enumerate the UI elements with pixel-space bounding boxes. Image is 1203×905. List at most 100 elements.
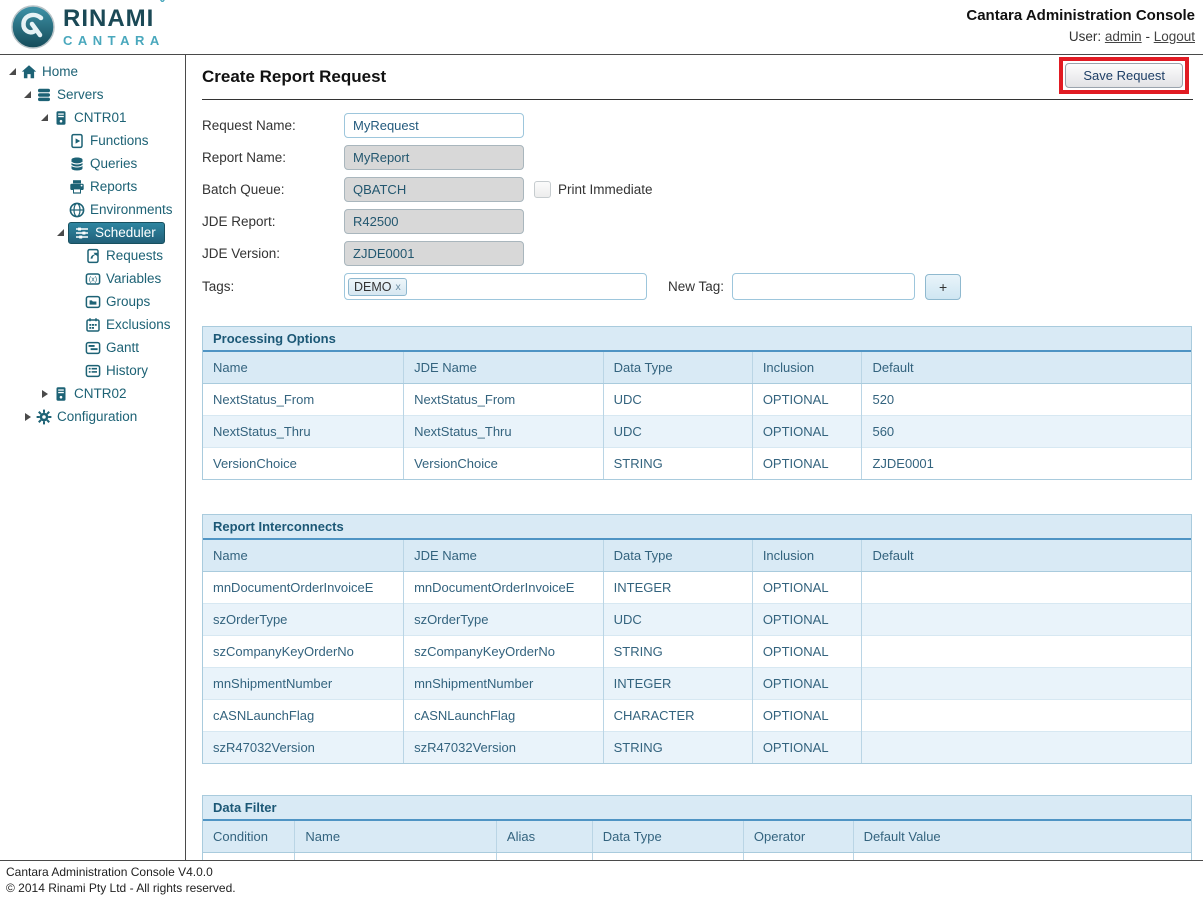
table-header-row: Name JDE Name Data Type Inclusion Defaul… <box>203 352 1191 384</box>
save-request-button[interactable]: Save Request <box>1065 63 1183 88</box>
request-name-row: Request Name: <box>202 113 1193 138</box>
cell: OPTIONAL <box>752 636 862 668</box>
tags-input[interactable]: DEMO x <box>344 273 647 300</box>
sidebar-item-environments[interactable]: Environments <box>0 198 185 221</box>
cell: szOrderType <box>203 604 404 636</box>
jde-version-label: JDE Version: <box>202 246 344 261</box>
cell: STRING <box>603 448 752 480</box>
sidebar-item-cntr01[interactable]: CNTR01 <box>0 106 185 129</box>
collapse-toggle-icon[interactable] <box>20 410 35 424</box>
report-name-row: Report Name: <box>202 145 1193 170</box>
cell: DocumentOrderInvoiceE <box>295 853 497 861</box>
table-row: szR47032Version szR47032Version STRING O… <box>203 732 1191 764</box>
globe-icon <box>68 202 86 218</box>
variables-icon: (x) <box>84 271 102 287</box>
tree-spacer <box>53 180 68 194</box>
cell: NextStatus_From <box>404 384 604 416</box>
tree-spacer <box>53 157 68 171</box>
report-request-form: Request Name: Report Name: Batch Queue: … <box>202 113 1193 300</box>
cell: STRING <box>603 636 752 668</box>
expand-toggle-icon[interactable] <box>53 226 68 240</box>
collapse-toggle-icon[interactable] <box>37 387 52 401</box>
processing-options-table: Processing Options Name JDE Name Data Ty… <box>202 326 1192 480</box>
table-row: cASNLaunchFlag cASNLaunchFlag CHARACTER … <box>203 700 1191 732</box>
request-name-input[interactable] <box>344 113 524 138</box>
sidebar-item-configuration[interactable]: Configuration <box>0 405 185 428</box>
printer-icon <box>68 179 86 195</box>
batch-queue-row: Batch Queue: Print Immediate <box>202 177 1193 202</box>
cell <box>862 604 1191 636</box>
batch-queue-input <box>344 177 524 202</box>
sidebar-item-gantt[interactable]: Gantt <box>0 336 185 359</box>
separator: - <box>1145 29 1150 44</box>
cell <box>862 732 1191 764</box>
rinami-cantara-logo[interactable]: RINAMI ˇ CANTARA <box>0 0 165 54</box>
cell: OPTIONAL <box>752 572 862 604</box>
cell <box>862 668 1191 700</box>
column-header: Data Type <box>592 821 743 853</box>
sidebar-item-scheduler[interactable]: Scheduler <box>0 221 185 244</box>
sidebar-item-functions[interactable]: Functions <box>0 129 185 152</box>
sidebar-item-label: Home <box>42 64 78 79</box>
sidebar-item-label: Queries <box>90 156 137 171</box>
tag-remove-icon[interactable]: x <box>396 281 401 293</box>
expand-toggle-icon[interactable] <box>37 111 52 125</box>
server-icon <box>52 110 70 126</box>
cell: OPTIONAL <box>752 668 862 700</box>
sidebar-item-cntr02[interactable]: CNTR02 <box>0 382 185 405</box>
app-title: Cantara Administration Console <box>966 7 1195 24</box>
sidebar-item-exclusions[interactable]: Exclusions <box>0 313 185 336</box>
batch-queue-label: Batch Queue: <box>202 182 344 197</box>
sidebar-item-label: Environments <box>90 202 173 217</box>
print-immediate-checkbox[interactable] <box>534 181 551 198</box>
new-tag-input[interactable] <box>732 273 915 300</box>
report-name-label: Report Name: <box>202 150 344 165</box>
cell: INTEGER <box>592 853 743 861</box>
tree-spacer <box>69 272 84 286</box>
column-header: Name <box>295 821 497 853</box>
expand-toggle-icon[interactable] <box>5 65 20 79</box>
column-header: Inclusion <box>752 352 862 384</box>
sidebar-item-home[interactable]: Home <box>0 60 185 83</box>
sidebar-item-reports[interactable]: Reports <box>0 175 185 198</box>
sidebar-item-groups[interactable]: Groups <box>0 290 185 313</box>
cell: UDC <box>603 416 752 448</box>
database-icon <box>68 156 86 172</box>
cell <box>862 636 1191 668</box>
home-icon <box>20 64 38 80</box>
main-content: Create Report Request Save Request Reque… <box>186 55 1203 860</box>
jde-report-row: JDE Report: <box>202 209 1193 234</box>
sidebar-item-queries[interactable]: Queries <box>0 152 185 175</box>
tree-spacer <box>53 203 68 217</box>
table-row: NextStatus_Thru NextStatus_Thru UDC OPTI… <box>203 416 1191 448</box>
tag-chip: DEMO x <box>348 278 407 296</box>
sidebar-item-servers[interactable]: Servers <box>0 83 185 106</box>
request-icon <box>84 248 102 264</box>
sidebar-item-variables[interactable]: (x) Variables <box>0 267 185 290</box>
selected-item-highlight: Scheduler <box>68 222 165 244</box>
cell: 0 <box>853 853 1191 861</box>
column-header: Operator <box>743 821 853 853</box>
column-header: Name <box>203 540 404 572</box>
user-name-link[interactable]: admin <box>1105 29 1142 44</box>
add-tag-button[interactable]: + <box>925 274 961 300</box>
sidebar-item-requests[interactable]: Requests <box>0 244 185 267</box>
cell: NextStatus_From <box>203 384 404 416</box>
jde-version-input <box>344 241 524 266</box>
sidebar-item-history[interactable]: History <box>0 359 185 382</box>
expand-toggle-icon[interactable] <box>20 88 35 102</box>
sidebar-item-label: Functions <box>90 133 149 148</box>
table-row: mnShipmentNumber mnShipmentNumber INTEGE… <box>203 668 1191 700</box>
cell: WHERE <box>203 853 295 861</box>
table-row: mnDocumentOrderInvoiceE mnDocumentOrderI… <box>203 572 1191 604</box>
gear-icon <box>35 409 53 425</box>
history-icon <box>84 363 102 379</box>
navigation-tree: Home Servers CNTR01 <box>0 60 185 428</box>
column-header: Data Type <box>603 540 752 572</box>
column-header: Default <box>862 352 1191 384</box>
logout-link[interactable]: Logout <box>1154 29 1195 44</box>
footer-copyright-line: © 2014 Rinami Pty Ltd - All rights reser… <box>6 880 1203 896</box>
column-header: Default Value <box>853 821 1191 853</box>
tree-spacer <box>53 134 68 148</box>
sidebar-item-label: Configuration <box>57 409 137 424</box>
